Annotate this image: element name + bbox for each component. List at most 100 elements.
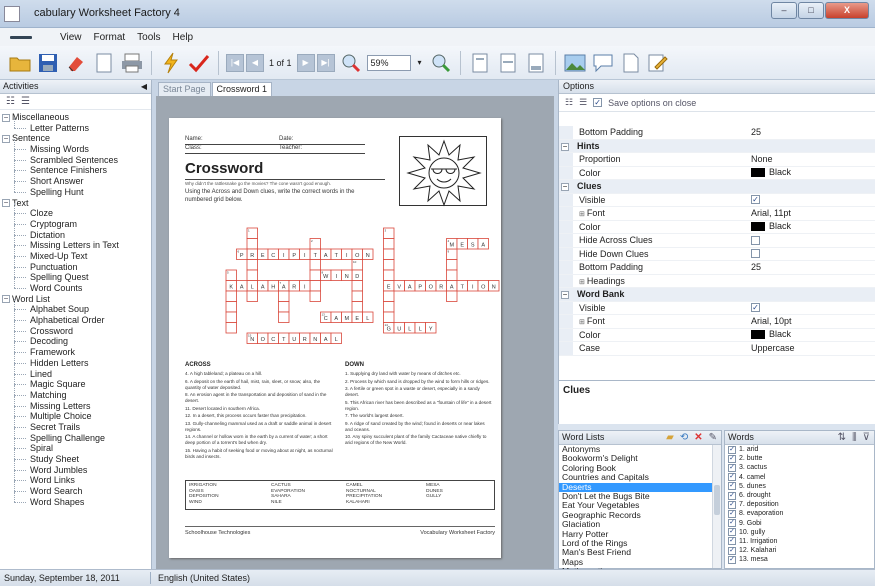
property-row[interactable]: Visible ✓: [559, 193, 875, 207]
property-value[interactable]: Uppercase: [751, 342, 795, 355]
property-value[interactable]: ✓: [751, 302, 760, 315]
word-checkbox[interactable]: ✓: [728, 500, 736, 509]
tree-item[interactable]: Scrambled Sentences: [0, 149, 151, 166]
property-checkbox[interactable]: [751, 249, 760, 259]
collapse-toggle-icon[interactable]: −: [561, 291, 569, 299]
property-value[interactable]: None: [751, 153, 773, 166]
word-checkbox[interactable]: ✓: [728, 546, 736, 555]
word-checkbox[interactable]: ✓: [728, 445, 736, 454]
maximize-button[interactable]: □: [798, 2, 824, 19]
previous-page-icon[interactable]: ◀: [246, 53, 264, 72]
tree-item[interactable]: Lined: [0, 363, 151, 380]
word-checkbox[interactable]: ✓: [728, 528, 736, 537]
tree-item[interactable]: Multiple Choice: [0, 406, 151, 422]
collapse-toggle-icon[interactable]: −: [561, 142, 569, 151]
tree-item[interactable]: Alphabet Soup: [0, 299, 151, 315]
property-value[interactable]: 25: [751, 126, 761, 139]
word-item[interactable]: ✓ 13. mesa: [725, 555, 874, 564]
word-item[interactable]: ✓ 12. Kalahari: [725, 546, 874, 555]
tree-item[interactable]: Crossword: [0, 320, 151, 337]
word-item[interactable]: ✓ 7. deposition: [725, 500, 874, 509]
word-list-item[interactable]: Man's Best Friend: [559, 547, 721, 557]
property-row[interactable]: ⊞ Headings: [559, 274, 875, 288]
tree-item[interactable]: Study Sheet: [0, 449, 151, 465]
tree-category[interactable]: − Word List: [0, 294, 151, 305]
print-icon[interactable]: [120, 51, 144, 75]
menu-tools[interactable]: Tools: [131, 32, 166, 43]
save-icon[interactable]: [36, 51, 60, 75]
checkmark-icon[interactable]: [187, 51, 211, 75]
property-row[interactable]: Visible ✓: [559, 301, 875, 315]
tree-category[interactable]: − Text: [0, 198, 151, 209]
alphabetical-view-icon[interactable]: ☰: [579, 97, 587, 108]
tree-item[interactable]: Alphabetical Order: [0, 310, 151, 326]
tree-item[interactable]: Spelling Challenge: [0, 427, 151, 444]
tree-item[interactable]: Word Search: [0, 481, 151, 497]
property-row[interactable]: Case Uppercase: [559, 342, 875, 356]
page-icon[interactable]: [92, 51, 116, 75]
speech-bubble-icon[interactable]: [591, 51, 615, 75]
expand-icon[interactable]: ⊞: [579, 211, 585, 218]
zoom-out-icon[interactable]: [339, 51, 363, 75]
word-checkbox[interactable]: ✓: [728, 463, 736, 472]
tree-item[interactable]: Sentence Finishers: [0, 160, 151, 176]
edit-document-icon[interactable]: [647, 51, 671, 75]
sort-icon[interactable]: ⇅: [838, 431, 846, 444]
property-value[interactable]: Arial, 11pt: [751, 207, 791, 220]
collapse-toggle-icon[interactable]: −: [2, 295, 10, 304]
word-checkbox[interactable]: ✓: [728, 519, 736, 528]
menu-view[interactable]: View: [54, 32, 88, 43]
zoom-input[interactable]: 59%: [366, 54, 411, 71]
collapse-arrow-icon[interactable]: ◀: [141, 80, 147, 93]
tree-item[interactable]: Magic Square: [0, 374, 151, 390]
word-item[interactable]: ✓ 6. drought: [725, 491, 874, 500]
page-width-icon[interactable]: [496, 51, 520, 75]
next-page-icon[interactable]: ▶: [296, 53, 315, 72]
tab-crossword-1[interactable]: Crossword 1: [211, 82, 273, 96]
menu-help[interactable]: Help: [167, 32, 200, 43]
tree-item[interactable]: Word Counts: [0, 278, 151, 294]
word-item[interactable]: ✓ 9. Gobi: [725, 519, 874, 528]
collapse-toggle-icon[interactable]: −: [2, 135, 10, 143]
tree-item[interactable]: Matching: [0, 385, 151, 401]
image-icon[interactable]: [563, 51, 587, 75]
worksheet-page[interactable]: Name: Date: Class: Teacher: Crossword Wh…: [169, 118, 501, 558]
tree-item[interactable]: Word Jumbles: [0, 459, 151, 476]
filter-icon[interactable]: ⊽: [863, 431, 870, 444]
property-value[interactable]: Black: [751, 221, 791, 234]
folder-icon[interactable]: ▰: [666, 431, 674, 444]
property-value[interactable]: Arial, 10pt: [751, 315, 792, 328]
delete-icon[interactable]: ✕: [694, 431, 702, 444]
zoom-dropdown-icon[interactable]: ▾: [415, 55, 425, 71]
word-checkbox[interactable]: ✓: [728, 555, 736, 564]
word-checkbox[interactable]: ✓: [728, 491, 736, 500]
tree-item[interactable]: Cloze: [0, 203, 151, 219]
tree-item[interactable]: Spelling Hunt: [0, 181, 151, 198]
property-value[interactable]: Black: [751, 329, 791, 342]
tree-item[interactable]: Punctuation: [0, 256, 151, 273]
property-section[interactable]: − Clues: [559, 180, 875, 194]
word-item[interactable]: ✓ 3. cactus: [725, 463, 874, 472]
tree-item[interactable]: Letter Patterns: [0, 117, 151, 134]
property-row[interactable]: Hide Down Clues: [559, 247, 875, 261]
tree-item[interactable]: Spiral: [0, 438, 151, 454]
zoom-in-icon[interactable]: [429, 51, 453, 75]
property-row[interactable]: ⊞ Font Arial, 11pt: [559, 207, 875, 221]
application-menu-button[interactable]: [4, 30, 50, 44]
menu-format[interactable]: Format: [88, 32, 132, 43]
property-row[interactable]: Color Black: [559, 220, 875, 234]
property-value[interactable]: Black: [751, 167, 791, 180]
tree-item[interactable]: Word Shapes: [0, 491, 151, 508]
tree-item[interactable]: Spelling Quest: [0, 267, 151, 283]
full-page-icon[interactable]: [524, 51, 548, 75]
expand-icon[interactable]: ⊞: [579, 279, 585, 286]
first-page-icon[interactable]: |◀: [226, 53, 244, 72]
word-item[interactable]: ✓ 11. Irrigation: [725, 537, 874, 546]
tree-category[interactable]: − Miscellaneous: [0, 112, 151, 123]
property-row[interactable]: Color Black: [559, 328, 875, 342]
tree-item[interactable]: Word Links: [0, 470, 151, 486]
tree-item[interactable]: Secret Trails: [0, 417, 151, 433]
tree-category[interactable]: − Sentence: [0, 133, 151, 144]
word-checkbox[interactable]: ✓: [728, 509, 736, 518]
collapse-toggle-icon[interactable]: −: [2, 113, 10, 122]
